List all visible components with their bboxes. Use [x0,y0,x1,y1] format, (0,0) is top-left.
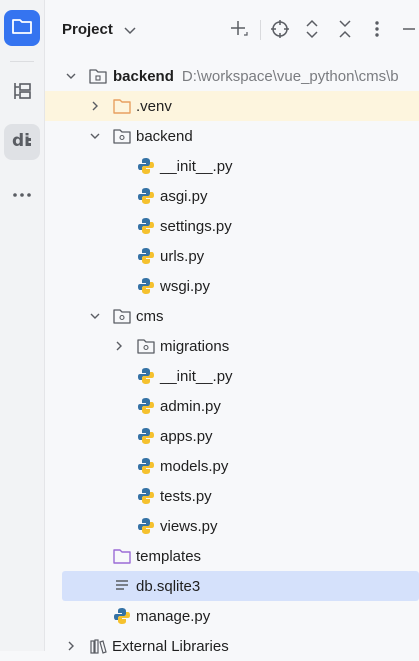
tree-item-label: asgi.py [160,187,208,205]
chevron-down-icon[interactable] [123,20,139,40]
tree-item-label: __init__.py [160,157,233,175]
tree-row-file[interactable]: asgi.py [45,181,419,211]
tree-item-label: db.sqlite3 [136,577,201,595]
python-file-icon [137,397,155,415]
chevron-right-icon[interactable] [112,339,126,353]
tree-item-label: apps.py [160,427,213,445]
tree-item-label: urls.py [160,247,205,265]
tree-item-label: templates [136,547,202,565]
python-file-icon [137,517,155,535]
python-file-icon [137,277,155,295]
tree-row-venv[interactable]: .venv [45,91,419,121]
chevron-right-icon[interactable] [88,99,102,113]
tree-item-label: models.py [160,457,229,475]
chevron-down-icon[interactable] [64,69,78,83]
tree-row-templates[interactable]: templates [45,541,419,571]
expand-all-icon[interactable] [301,18,323,40]
library-icon [89,637,107,655]
templates-folder-icon [113,547,131,565]
package-folder-icon [137,337,155,355]
python-file-icon [137,217,155,235]
structure-tool-button[interactable] [4,75,40,111]
project-path: D:\workspace\vue_python\cms\b [181,67,399,85]
tree-row-migrations[interactable]: migrations [45,331,419,361]
more-tool-windows-button[interactable] [4,175,40,211]
tree-item-label: migrations [160,337,230,355]
tree-row-file[interactable]: manage.py [45,601,419,631]
python-file-icon [137,427,155,445]
package-folder-icon [113,127,131,145]
python-file-icon [137,247,155,265]
tree-row-file[interactable]: views.py [45,511,419,541]
tree-item-label: __init__.py [160,367,233,385]
folder-icon [11,16,33,40]
panel-header: Project [45,0,419,60]
tree-row-cms[interactable]: cms [45,301,419,331]
minimize-icon[interactable] [398,18,419,40]
tree-item-label: cms [136,307,164,325]
options-icon[interactable] [366,18,388,40]
tree-row-file[interactable]: __init__.py [45,361,419,391]
python-file-icon [137,157,155,175]
tree-item-label: backend [113,67,174,85]
tree-item-label: .venv [136,97,172,115]
panel-title[interactable]: Project [62,21,113,38]
tree-row-file[interactable]: models.py [45,451,419,481]
chevron-down-icon[interactable] [88,129,102,143]
python-file-icon [137,457,155,475]
tree-item-label: manage.py [136,607,211,625]
tree-row-file[interactable]: __init__.py [45,151,419,181]
django-tool-button[interactable]: di [4,124,40,160]
chevron-down-icon[interactable] [88,309,102,323]
django-icon: di [10,129,34,155]
tool-window-strip: di [0,0,45,651]
strip-divider [10,61,34,62]
excluded-folder-icon [113,97,131,115]
python-file-icon [137,187,155,205]
text-file-icon [113,577,131,595]
tree-row-backend-root[interactable]: backend D:\workspace\vue_python\cms\b [45,61,419,91]
more-horizontal-icon [11,184,33,203]
python-file-icon [137,367,155,385]
tree-row-file[interactable]: apps.py [45,421,419,451]
tree-row-db-sqlite3[interactable]: db.sqlite3 [62,571,419,601]
python-file-icon [137,487,155,505]
tree-row-backend-package[interactable]: backend [45,121,419,151]
tree-item-label: wsgi.py [160,277,211,295]
tree-row-file[interactable]: urls.py [45,241,419,271]
header-divider [260,20,261,40]
collapse-all-icon[interactable] [334,18,356,40]
module-folder-icon [89,67,107,85]
tree-row-file[interactable]: tests.py [45,481,419,511]
project-tool-button[interactable] [4,10,40,46]
structure-icon [11,80,33,106]
svg-text:di: di [12,131,30,151]
python-file-icon [113,607,131,625]
tree-row-external-libraries[interactable]: External Libraries [45,631,419,661]
tree-row-file[interactable]: admin.py [45,391,419,421]
locate-icon[interactable] [269,18,291,40]
tree-row-file[interactable]: settings.py [45,211,419,241]
tree-item-label: admin.py [160,397,221,415]
tree-item-label: backend [136,127,193,145]
project-panel: Project backend D:\workspace\vue_python\… [45,0,419,655]
tree-row-file[interactable]: wsgi.py [45,271,419,301]
add-icon[interactable] [228,18,250,40]
tree-item-label: settings.py [160,217,232,235]
package-folder-icon [113,307,131,325]
tree-item-label: tests.py [160,487,212,505]
tree-item-label: views.py [160,517,218,535]
tree-item-label: External Libraries [112,637,229,655]
